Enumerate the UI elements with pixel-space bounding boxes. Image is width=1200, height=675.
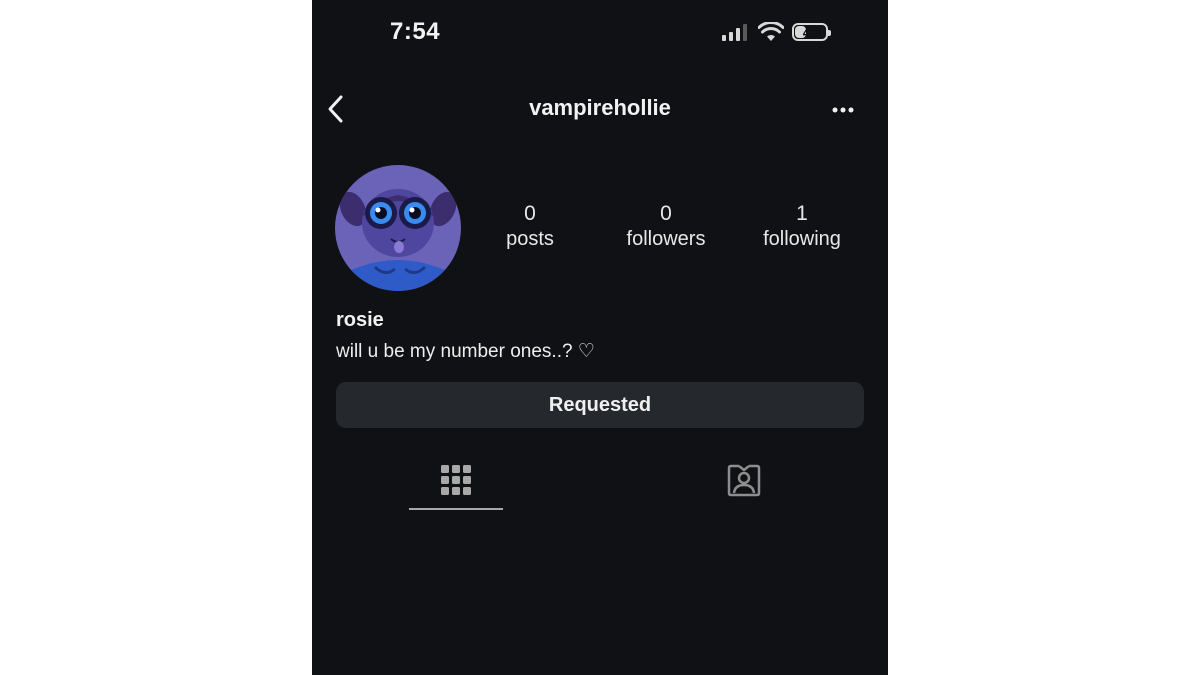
tab-tagged[interactable] [697, 460, 791, 510]
profile-bio: will u be my number ones..? ♡ [336, 341, 595, 362]
wifi-icon [758, 22, 784, 41]
more-horizontal-icon [832, 107, 854, 113]
stat-following-label: following [763, 228, 841, 250]
stat-posts-value: 0 [524, 202, 536, 225]
stat-following-value: 1 [796, 202, 808, 225]
status-icons: 41 [722, 20, 831, 44]
profile-username: vampirehollie [529, 95, 671, 120]
tab-posts-grid[interactable] [409, 460, 503, 510]
battery-nub [828, 30, 831, 36]
active-tab-indicator [409, 508, 503, 510]
battery-icon: 41 [792, 23, 831, 41]
avatar-cartoon-girl-icon [335, 165, 461, 291]
grid-icon [441, 465, 471, 495]
signal-icon [722, 24, 747, 41]
more-options-button[interactable] [830, 100, 860, 120]
display-name: rosie [336, 309, 384, 331]
phone-screen: 7:54 41 vampirehollie 0 posts 0 follower… [312, 0, 888, 675]
stat-following[interactable]: 1 following [742, 202, 862, 252]
stat-followers-value: 0 [660, 202, 672, 225]
stat-posts[interactable]: 0 posts [470, 202, 590, 252]
battery-percent: 41 [802, 24, 818, 40]
stat-posts-label: posts [506, 228, 554, 250]
requested-button[interactable]: Requested [336, 382, 864, 428]
avatar[interactable] [335, 165, 461, 291]
tagged-person-icon [727, 464, 761, 497]
stat-followers-label: followers [626, 228, 706, 250]
stat-followers[interactable]: 0 followers [606, 202, 726, 252]
status-time: 7:54 [390, 18, 441, 45]
